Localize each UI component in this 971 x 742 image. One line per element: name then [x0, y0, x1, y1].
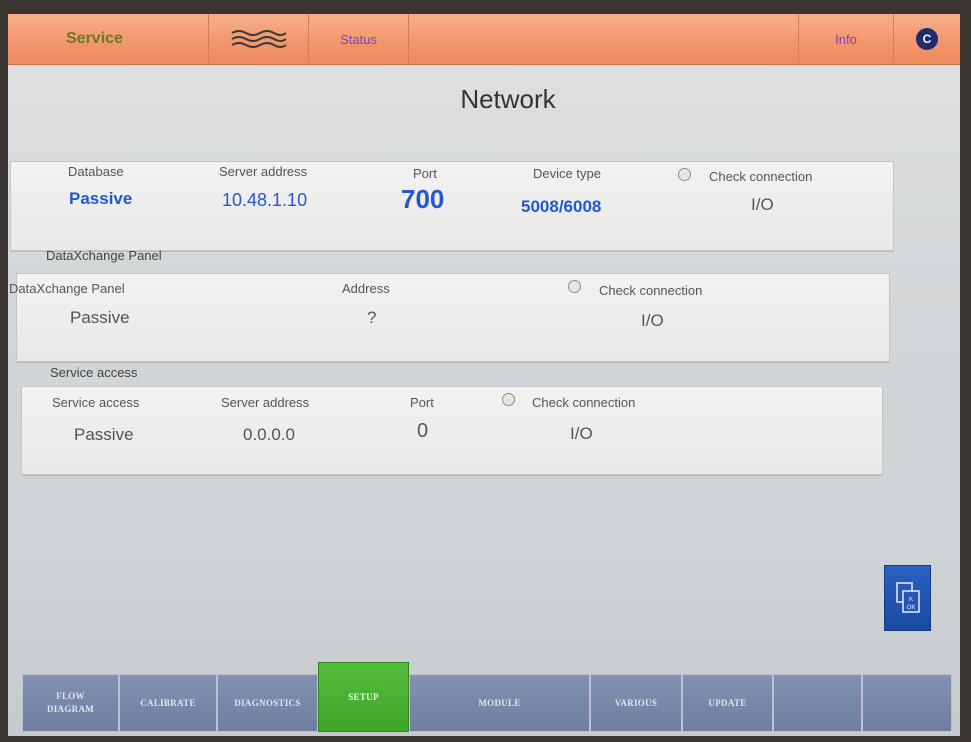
ok-button[interactable]: K OK [884, 565, 931, 631]
service-check-connection-radio[interactable] [502, 393, 515, 406]
c-icon: C [916, 28, 938, 50]
c-button[interactable]: C [893, 14, 960, 64]
service-tab[interactable]: Service [8, 14, 208, 64]
info-label: Info [835, 31, 857, 47]
service-server-address-value[interactable]: 0.0.0.0 [243, 425, 295, 445]
dataxchange-value: Passive [70, 308, 130, 327]
port-value[interactable]: 700 [401, 184, 444, 215]
svg-text:OK: OK [906, 605, 915, 611]
service-access-header: Service access [52, 395, 140, 410]
touch-screen: Service Status Info C Network Database S… [8, 14, 960, 736]
device-type-header: Device type [533, 166, 601, 181]
tab-various[interactable]: VARIOUS [590, 674, 682, 732]
tab-calibrate-label: CALIBRATE [140, 697, 196, 708]
address-value[interactable]: ? [367, 308, 376, 328]
tab-diagnostics-label: DIAGNOSTICS [234, 697, 301, 708]
ok-icon: K OK [895, 582, 920, 613]
io-indicator: I/O [751, 195, 774, 214]
service-access-value: Passive [74, 425, 134, 444]
tab-setup[interactable]: SETUP [318, 662, 409, 732]
device-type-value[interactable]: 5008/6008 [521, 197, 601, 217]
check-connection-label[interactable]: Check connection [709, 169, 812, 184]
tab-flow-diagram[interactable]: FLOW DIAGRAM [22, 674, 119, 732]
info-tab[interactable]: Info [798, 14, 893, 64]
tab-empty-1[interactable] [773, 674, 862, 732]
database-header: Database [68, 164, 124, 179]
page-title: Network [460, 84, 556, 114]
tab-flow-diagram-label: FLOW DIAGRAM [46, 691, 95, 714]
service-port-value[interactable]: 0 [417, 420, 428, 443]
tab-diagnostics[interactable]: DIAGNOSTICS [217, 674, 318, 732]
port-header: Port [413, 166, 437, 181]
tab-various-label: VARIOUS [614, 697, 658, 708]
service-server-address-header: Server address [221, 395, 310, 410]
dataxchange-section-title: DataXchange Panel [46, 248, 162, 263]
service-check-connection-label[interactable]: Check connection [532, 395, 635, 410]
service-access-panel: Service access Server address Port Check… [21, 386, 883, 475]
tab-module[interactable]: MODULE [409, 674, 590, 732]
tab-update[interactable]: UPDATE [682, 674, 773, 732]
bottom-tab-bar: FLOW DIAGRAM CALIBRATE DIAGNOSTICS SETUP… [22, 662, 952, 734]
status-label: Status [340, 31, 377, 47]
database-value: Passive [69, 189, 133, 208]
topbar-blank-area [408, 14, 798, 64]
wave-button[interactable] [208, 14, 308, 64]
tab-update-label: UPDATE [708, 697, 747, 708]
tab-module-label: MODULE [478, 697, 521, 708]
dataxchange-check-connection-label[interactable]: Check connection [599, 283, 702, 298]
service-label: Service [66, 30, 123, 47]
dataxchange-check-connection-radio[interactable] [568, 280, 581, 293]
dataxchange-io-indicator: I/O [641, 311, 664, 330]
server-address-value[interactable]: 10.48.1.10 [222, 190, 307, 211]
dataxchange-panel: DataXchange Panel Address Check connecti… [9, 273, 890, 362]
top-bar: Service Status Info C [8, 14, 960, 65]
tab-empty-2[interactable] [862, 674, 952, 732]
tab-setup-label: SETUP [348, 691, 379, 702]
check-connection-radio[interactable] [678, 168, 691, 181]
service-io-indicator: I/O [570, 424, 593, 443]
tab-calibrate[interactable]: CALIBRATE [119, 674, 217, 732]
database-panel: Database Server address Port Device type… [10, 161, 894, 251]
dataxchange-panel-header: DataXchange Panel [9, 281, 125, 296]
service-section-title: Service access [50, 365, 138, 380]
server-address-header: Server address [219, 164, 308, 179]
svg-text:K: K [908, 597, 912, 603]
status-tab[interactable]: Status [308, 14, 408, 64]
wave-icon [231, 30, 287, 48]
address-header: Address [342, 281, 390, 296]
service-port-header: Port [410, 395, 434, 410]
